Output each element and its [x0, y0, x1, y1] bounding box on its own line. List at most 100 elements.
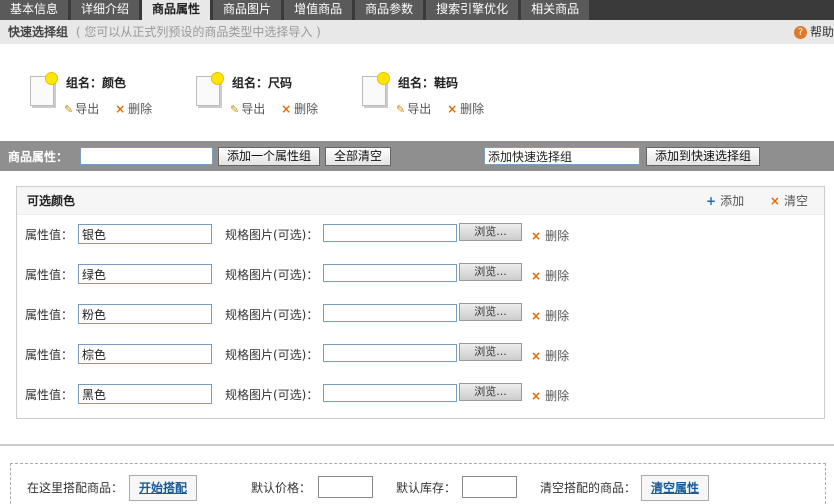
x-icon: × — [531, 389, 542, 403]
quick-group-color: 组名：颜色 ✎ 导出 × 删除 — [30, 72, 180, 124]
tab-basic-info[interactable]: 基本信息 — [0, 0, 69, 20]
delete-link[interactable]: × 删除 — [103, 102, 152, 116]
attribute-label: 商品属性： — [8, 149, 69, 164]
document-icon — [362, 72, 390, 106]
delete-row-link[interactable]: × 删除 — [531, 347, 569, 364]
image-file-field[interactable] — [323, 384, 457, 402]
attribute-row: 属性值： 规格图片(可选)： 浏览... ×删除 — [25, 223, 815, 245]
export-link[interactable]: ✎ 导出 — [396, 102, 431, 116]
clear-matched-label: 清空搭配的商品： — [540, 481, 637, 495]
delete-row-link[interactable]: × 删除 — [531, 307, 569, 324]
document-icon — [196, 72, 224, 106]
browse-button[interactable]: 浏览... — [459, 383, 522, 401]
x-icon: × — [447, 102, 458, 116]
quick-group-shoe-size: 组名：鞋码 ✎ 导出 × 删除 — [362, 72, 512, 124]
tab-value-added[interactable]: 增值商品 — [284, 0, 353, 20]
x-icon: × — [115, 102, 126, 116]
attribute-group-input[interactable] — [80, 147, 213, 165]
add-value-link[interactable]: + 添加 — [706, 194, 744, 208]
x-icon: × — [281, 102, 292, 116]
default-stock-input[interactable] — [462, 476, 517, 498]
tab-params[interactable]: 商品参数 — [355, 0, 424, 20]
export-link[interactable]: ✎ 导出 — [230, 102, 265, 116]
attribute-value-input[interactable] — [78, 304, 212, 324]
attribute-value-input[interactable] — [78, 384, 212, 404]
product-matching-section: 在这里搭配商品： 开始搭配 默认价格： 默认库存： 清空搭配的商品： 清空属性 — [10, 463, 826, 504]
help-link[interactable]: ? 帮助 — [793, 20, 834, 44]
attribute-value-input[interactable] — [78, 344, 212, 364]
attribute-value-input[interactable] — [78, 264, 212, 284]
document-icon — [30, 72, 58, 106]
group-name: 组名：鞋码 — [398, 76, 459, 90]
attribute-row: 属性值： 规格图片(可选)： 浏览... ×删除 — [25, 303, 815, 325]
value-label: 属性值： — [25, 308, 74, 322]
delete-link[interactable]: × 删除 — [435, 102, 484, 116]
quick-select-bar: 快速选择组 ( 您可以从正式列预设的商品类型中选择导入 ) ? 帮助 — [0, 20, 834, 44]
image-label: 规格图片(可选)： — [225, 388, 319, 402]
value-label: 属性值： — [25, 228, 74, 242]
tab-seo[interactable]: 搜索引擎优化 — [426, 0, 519, 20]
panel-title: 可选颜色 — [27, 194, 76, 208]
tab-images[interactable]: 商品图片 — [213, 0, 282, 20]
section-divider — [0, 444, 834, 446]
x-icon: × — [531, 349, 542, 363]
group-name: 组名：颜色 — [66, 76, 127, 90]
clear-values-link[interactable]: × 清空 — [770, 194, 808, 208]
pencil-icon: ✎ — [64, 103, 74, 116]
export-link[interactable]: ✎ 导出 — [64, 102, 99, 116]
attribute-row: 属性值： 规格图片(可选)： 浏览... ×删除 — [25, 383, 815, 405]
value-label: 属性值： — [25, 388, 74, 402]
image-label: 规格图片(可选)： — [225, 268, 319, 282]
x-icon: × — [769, 194, 780, 208]
x-icon: × — [531, 309, 542, 323]
delete-row-link[interactable]: × 删除 — [531, 267, 569, 284]
image-file-field[interactable] — [323, 264, 457, 282]
tab-attributes[interactable]: 商品属性 — [142, 0, 211, 20]
delete-link[interactable]: × 删除 — [269, 102, 318, 116]
default-price-label: 默认价格： — [251, 481, 312, 495]
delete-row-link[interactable]: × 删除 — [531, 387, 569, 404]
quick-select-title: 快速选择组 — [8, 25, 69, 39]
value-label: 属性值： — [25, 268, 74, 282]
add-attribute-group-button[interactable]: 添加一个属性组 — [218, 146, 321, 166]
group-name: 组名：尺码 — [232, 76, 293, 90]
pencil-icon: ✎ — [230, 103, 240, 116]
image-file-field[interactable] — [323, 224, 457, 242]
delete-row-link[interactable]: × 删除 — [531, 227, 569, 244]
value-label: 属性值： — [25, 348, 74, 362]
tab-detail[interactable]: 详细介绍 — [71, 0, 140, 20]
pencil-icon: ✎ — [396, 103, 406, 116]
browse-button[interactable]: 浏览... — [459, 343, 522, 361]
browse-button[interactable]: 浏览... — [459, 263, 522, 281]
clear-all-button[interactable]: 全部清空 — [325, 146, 392, 166]
attribute-value-input[interactable] — [78, 224, 212, 244]
quick-group-list: 组名：颜色 ✎ 导出 × 删除 组名：尺码 ✎ 导出 × 删除 组名：鞋码 ✎ 导出 × 删… — [0, 44, 834, 141]
help-label: 帮助 — [809, 25, 834, 39]
browse-button[interactable]: 浏览... — [459, 303, 522, 321]
match-label: 在这里搭配商品： — [27, 481, 124, 495]
tab-related[interactable]: 相关商品 — [521, 0, 590, 20]
x-icon: × — [531, 269, 542, 283]
tab-bar: 基本信息 详细介绍 商品属性 商品图片 增值商品 商品参数 搜索引擎优化 相关商… — [0, 0, 834, 20]
default-price-input[interactable] — [318, 476, 373, 498]
image-label: 规格图片(可选)： — [225, 228, 319, 242]
image-label: 规格图片(可选)： — [225, 348, 319, 362]
image-label: 规格图片(可选)： — [225, 308, 319, 322]
default-stock-label: 默认库存： — [396, 481, 457, 495]
browse-button[interactable]: 浏览... — [459, 223, 522, 241]
attribute-row: 属性值： 规格图片(可选)： 浏览... ×删除 — [25, 263, 815, 285]
quick-select-hint: ( 您可以从正式列预设的商品类型中选择导入 ) — [75, 25, 321, 39]
image-file-field[interactable] — [323, 304, 457, 322]
clear-attributes-button[interactable]: 清空属性 — [641, 475, 710, 501]
panel-header: 可选颜色 + 添加 × 清空 — [17, 187, 824, 215]
x-icon: × — [531, 229, 542, 243]
image-file-field[interactable] — [323, 344, 457, 362]
attribute-row: 属性值： 规格图片(可选)： 浏览... ×删除 — [25, 343, 815, 365]
plus-icon: + — [706, 194, 717, 208]
quick-group-name-input[interactable] — [484, 147, 641, 165]
start-matching-button[interactable]: 开始搭配 — [129, 475, 198, 501]
help-icon: ? — [793, 25, 807, 39]
attribute-toolbar: 商品属性： 添加一个属性组 全部清空 添加到快速选择组 — [0, 141, 834, 171]
add-to-quick-group-button[interactable]: 添加到快速选择组 — [646, 146, 761, 166]
attribute-group-panel: 可选颜色 +添加 ×清空 属性值： 规格图片(可选)： 浏览... ×删除 属性… — [16, 186, 825, 419]
